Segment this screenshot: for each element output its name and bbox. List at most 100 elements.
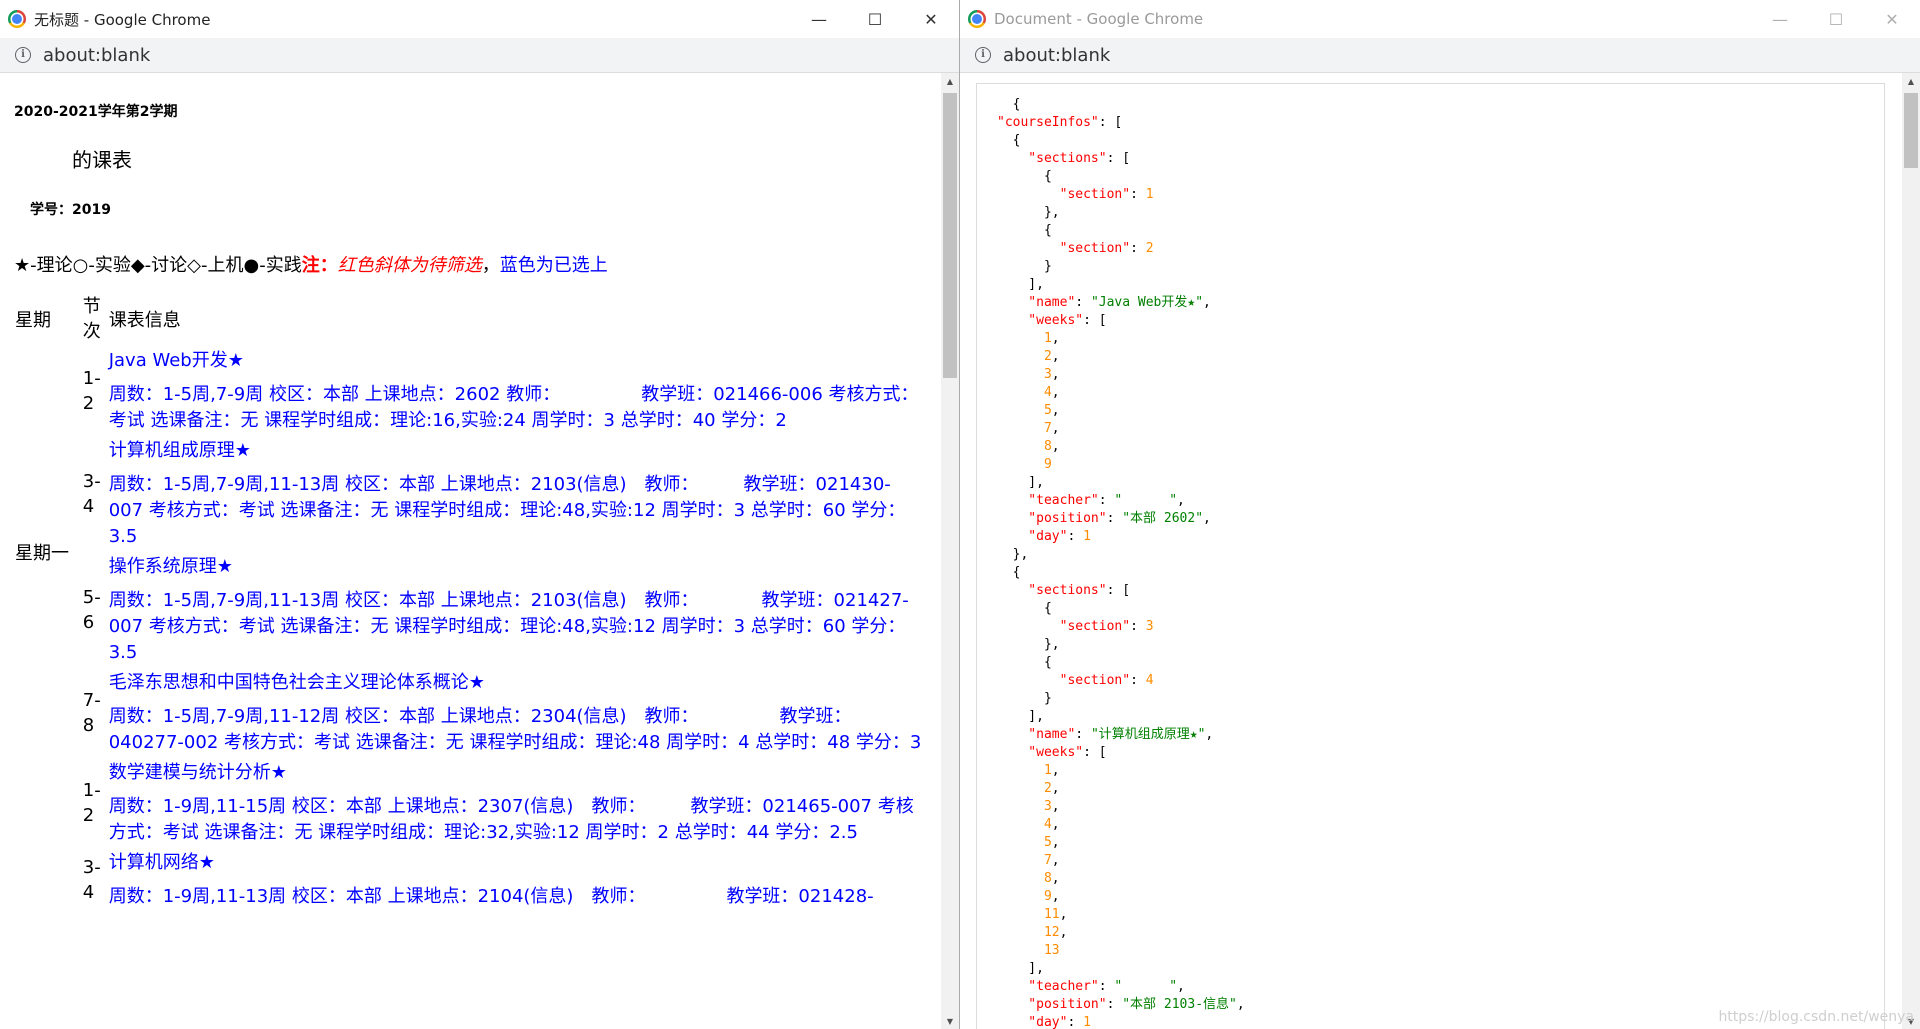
legend-symbols: ★-理论○-实验◆-讨论◇-上机●-实践	[14, 255, 302, 276]
course-cell[interactable]: 计算机网络★ 周数：1-9周,11-13周 校区：本部 上课地点：2104(信息)…	[108, 849, 926, 911]
json-line: 8,	[997, 439, 1060, 454]
course-details: 周数：1-5周,7-9周,11-12周 校区：本部 上课地点：2304(信息) …	[108, 706, 922, 753]
json-line: {	[997, 655, 1052, 670]
json-line: "weeks": [	[997, 745, 1107, 760]
course-name: 计算机网络★	[108, 852, 215, 873]
info-icon[interactable]: i	[975, 47, 991, 63]
section-cell: 1-2	[82, 780, 101, 826]
json-line: 4,	[997, 817, 1060, 832]
course-schedule-page: 2020-2021学年第2学期 的课表 学号：2019 ★-理论○-实验◆-讨论…	[0, 73, 940, 913]
schedule-title: 的课表	[72, 148, 132, 172]
json-output-frame: { "courseInfos": [ { "sections": [ { "sec…	[976, 83, 1885, 1029]
course-cell[interactable]: 毛泽东思想和中国特色社会主义理论体系概论★ 周数：1-5周,7-9周,11-12周…	[108, 669, 926, 757]
legend-blue-text: 蓝色为已选上	[499, 255, 608, 276]
left-address-bar[interactable]: i about:blank	[0, 38, 959, 73]
right-window-title: Document - Google Chrome	[994, 10, 1204, 28]
table-header-row: 星期 节次 课表信息	[14, 293, 926, 345]
json-line: 13	[997, 943, 1060, 958]
json-line: ],	[997, 961, 1044, 976]
json-line: "name": "Java Web开发★",	[997, 295, 1211, 310]
json-line: "sections": [	[997, 583, 1131, 598]
maximize-button[interactable]: ☐	[1808, 0, 1864, 38]
left-window-title: 无标题 - Google Chrome	[34, 10, 211, 29]
left-scrollbar[interactable]: ▲ ▼	[941, 73, 959, 1029]
close-button[interactable]: ✕	[1864, 0, 1920, 38]
course-name: 操作系统原理★	[108, 556, 233, 577]
left-scroll-thumb[interactable]	[943, 93, 957, 378]
course-name: Java Web开发★	[108, 350, 244, 371]
legend-separator: ，	[481, 255, 500, 276]
json-line: 4,	[997, 385, 1060, 400]
info-icon[interactable]: i	[15, 47, 31, 63]
json-output: { "courseInfos": [ { "sections": [ { "sec…	[997, 96, 1245, 1029]
left-page-viewport: 2020-2021学年第2学期 的课表 学号：2019 ★-理论○-实验◆-讨论…	[0, 73, 940, 1029]
section-cell: 3-4	[82, 857, 101, 903]
table-row: 星期一 1-2 Java Web开发★ 周数：1-5周,7-9周 校区：本部 上课…	[14, 347, 926, 564]
json-line: 5,	[997, 835, 1060, 850]
course-cell[interactable]: 数学建模与统计分析★ 周数：1-9周,11-15周 校区：本部 上课地点：2307…	[108, 759, 926, 847]
course-cell[interactable]: 操作系统原理★ 周数：1-5周,7-9周,11-13周 校区：本部 上课地点：21…	[108, 553, 926, 667]
minimize-button[interactable]: —	[791, 0, 847, 38]
json-line: 5,	[997, 403, 1060, 418]
course-name: 数学建模与统计分析★	[108, 762, 287, 783]
right-address-bar[interactable]: i about:blank	[960, 38, 1920, 73]
course-cell[interactable]: 计算机组成原理★ 周数：1-5周,7-9周,11-13周 校区：本部 上课地点：2…	[108, 437, 926, 551]
json-line: 2,	[997, 781, 1060, 796]
left-browser-window: 无标题 - Google Chrome — ☐ ✕ i about:blank …	[0, 0, 960, 1029]
left-url-text[interactable]: about:blank	[43, 45, 150, 66]
json-line: "section": 1	[997, 187, 1154, 202]
json-line: {	[997, 565, 1021, 580]
json-line: "day": 1	[997, 529, 1091, 544]
right-page-viewport: { "courseInfos": [ { "sections": [ { "sec…	[960, 73, 1902, 1029]
scroll-up-icon[interactable]: ▲	[1902, 73, 1920, 89]
term-heading: 2020-2021学年第2学期	[14, 104, 178, 120]
json-line: 3,	[997, 799, 1060, 814]
table-row: 3-4 计算机网络★ 周数：1-9周,11-13周 校区：本部 上课地点：2104…	[14, 849, 926, 911]
right-title-bar[interactable]: Document - Google Chrome — ☐ ✕	[960, 0, 1920, 38]
maximize-button[interactable]: ☐	[847, 0, 903, 38]
json-line: 12,	[997, 925, 1068, 940]
course-details: 周数：1-5周,7-9周,11-13周 校区：本部 上课地点：2103(信息) …	[108, 474, 906, 547]
json-line: 3,	[997, 367, 1060, 382]
minimize-button[interactable]: —	[1752, 0, 1808, 38]
table-row: 7-8 毛泽东思想和中国特色社会主义理论体系概论★ 周数：1-5周,7-9周,11…	[14, 669, 926, 757]
table-row: 5-6 操作系统原理★ 周数：1-5周,7-9周,11-13周 校区：本部 上课地…	[14, 553, 926, 667]
course-details: 周数：1-9周,11-15周 校区：本部 上课地点：2307(信息) 教师： 教…	[108, 796, 914, 843]
weekday-cell: 星期一	[15, 543, 69, 564]
json-line: ],	[997, 709, 1044, 724]
scroll-up-icon[interactable]: ▲	[941, 73, 959, 89]
json-line: 8,	[997, 871, 1060, 886]
json-line: "name": "计算机组成原理★",	[997, 727, 1214, 742]
json-line: "sections": [	[997, 151, 1131, 166]
json-line: "courseInfos": [	[997, 115, 1123, 130]
json-line: 2,	[997, 349, 1060, 364]
json-line: {	[997, 601, 1052, 616]
json-line: 9	[997, 457, 1052, 472]
legend: ★-理论○-实验◆-讨论◇-上机●-实践注：红色斜体为待筛选，蓝色为已选上	[14, 251, 928, 277]
right-url-text[interactable]: about:blank	[1003, 45, 1110, 66]
right-scroll-thumb[interactable]	[1904, 93, 1918, 168]
section-cell: 7-8	[82, 690, 101, 736]
header-section: 节次	[82, 296, 101, 342]
student-number: 学号：2019	[30, 202, 111, 218]
json-line: 1,	[997, 331, 1060, 346]
weekday-cell-empty	[14, 759, 80, 911]
left-title-bar[interactable]: 无标题 - Google Chrome — ☐ ✕	[0, 0, 959, 38]
header-weekday: 星期	[15, 310, 51, 331]
json-line: 11,	[997, 907, 1068, 922]
close-button[interactable]: ✕	[903, 0, 959, 38]
section-cell: 5-6	[82, 587, 101, 633]
json-line: 9,	[997, 889, 1060, 904]
scroll-down-icon[interactable]: ▼	[941, 1013, 959, 1029]
right-scrollbar[interactable]: ▲ ▼	[1902, 73, 1920, 1029]
json-line: },	[997, 205, 1060, 220]
legend-note-label: 注：	[301, 255, 338, 276]
json-line: },	[997, 637, 1060, 652]
json-line: 7,	[997, 421, 1060, 436]
course-cell[interactable]: Java Web开发★ 周数：1-5周,7-9周 校区：本部 上课地点：2602 …	[108, 347, 926, 435]
json-line: 1,	[997, 763, 1060, 778]
json-line: "section": 2	[997, 241, 1154, 256]
json-line: 7,	[997, 853, 1060, 868]
json-line: }	[997, 691, 1052, 706]
json-line: "day": 1	[997, 1015, 1091, 1029]
